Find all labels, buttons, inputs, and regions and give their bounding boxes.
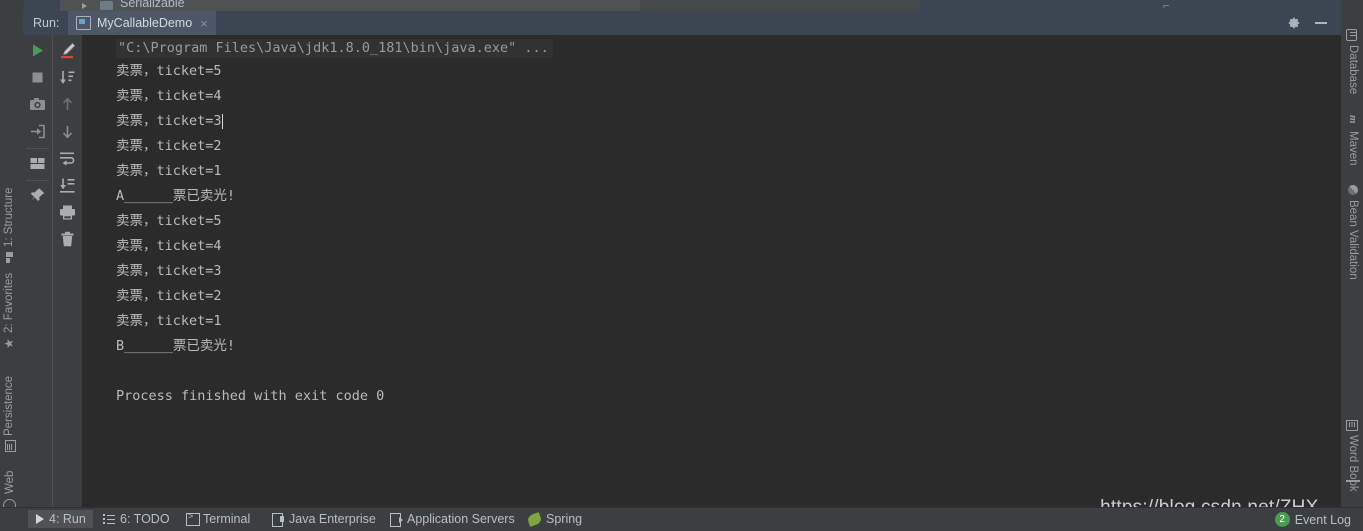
console-line: A______票已卖光! bbox=[116, 188, 236, 204]
scroll-to-bottom-button[interactable] bbox=[58, 68, 77, 87]
run-icon bbox=[36, 514, 44, 524]
terminal-icon bbox=[186, 511, 200, 526]
status-item-application-servers[interactable]: Application Servers bbox=[390, 512, 515, 527]
star-icon: ★ bbox=[1, 338, 16, 349]
sidebar-item-label: Persistence bbox=[3, 375, 15, 436]
maven-m-icon: m bbox=[1347, 115, 1360, 124]
remnant-left-edge bbox=[0, 0, 24, 11]
sidebar-item-label: Word Book bbox=[1347, 435, 1359, 492]
text-caret bbox=[221, 114, 224, 129]
application-servers-icon bbox=[390, 513, 403, 527]
sidebar-item-label: 2: Favorites bbox=[3, 272, 15, 333]
status-item-event-log[interactable]: 2 Event Log bbox=[1274, 512, 1351, 527]
dump-threads-button[interactable] bbox=[28, 122, 47, 141]
console-command-line: "C:\Program Files\Java\jdk1.8.0_181\bin\… bbox=[116, 39, 553, 58]
todo-icon bbox=[103, 513, 115, 525]
status-item-label: Spring bbox=[546, 512, 583, 526]
persistence-icon bbox=[4, 441, 15, 452]
idea-run-window: Serializable ⌐ 1: Structure ★ 2: Favorit… bbox=[0, 0, 1363, 531]
sidebar-item-web[interactable]: Web bbox=[3, 471, 16, 512]
previous-occurrence-button[interactable] bbox=[58, 95, 77, 114]
left-tool-strip: 1: Structure ★ 2: Favorites Persistence … bbox=[0, 11, 24, 512]
run-toolbar-primary bbox=[23, 35, 52, 508]
gear-icon[interactable] bbox=[1287, 16, 1301, 30]
remnant-tree-label: Serializable bbox=[120, 0, 185, 10]
sidebar-item-label: Database bbox=[1347, 45, 1359, 95]
soft-wrap-button[interactable] bbox=[58, 149, 77, 168]
layout-settings-button[interactable] bbox=[28, 154, 47, 173]
close-icon[interactable]: × bbox=[198, 17, 208, 30]
console-line: 卖票，ticket=2 bbox=[116, 288, 222, 304]
spring-leaf-icon bbox=[526, 511, 543, 527]
java-enterprise-icon bbox=[272, 513, 284, 527]
sidebar-item-structure[interactable]: 1: Structure bbox=[3, 188, 15, 263]
sidebar-item-label: 1: Structure bbox=[3, 187, 15, 247]
console-line: B______票已卖光! bbox=[116, 338, 236, 354]
status-item-label: 6: TODO bbox=[120, 512, 170, 526]
console-line: Process finished with exit code 0 bbox=[116, 388, 385, 404]
run-configuration-icon bbox=[76, 16, 91, 30]
sidebar-item-label: Maven bbox=[1347, 131, 1359, 166]
minimize-icon[interactable] bbox=[1315, 22, 1327, 24]
status-item-label: Application Servers bbox=[407, 512, 515, 526]
word-book-icon bbox=[1348, 419, 1359, 430]
status-item-todo[interactable]: 6: TODO bbox=[103, 512, 170, 526]
console-line: 卖票，ticket=3 bbox=[116, 263, 222, 279]
sidebar-item-database[interactable]: Database bbox=[1347, 29, 1359, 94]
status-item-label: Terminal bbox=[203, 512, 251, 526]
console-line: 卖票，ticket=1 bbox=[116, 313, 222, 329]
console-line: 卖票，ticket=4 bbox=[116, 88, 222, 104]
status-item-terminal[interactable]: Terminal bbox=[186, 511, 251, 526]
status-item-label: 4: Run bbox=[49, 512, 86, 526]
console-line: 卖票，ticket=3 bbox=[116, 113, 222, 129]
stop-button[interactable] bbox=[28, 68, 47, 87]
console-line: 卖票，ticket=2 bbox=[116, 138, 222, 154]
console-line: 卖票，ticket=5 bbox=[116, 63, 222, 79]
structure-icon bbox=[4, 252, 15, 263]
status-item-java-enterprise[interactable]: Java Enterprise bbox=[272, 512, 376, 527]
tab-label: MyCallableDemo bbox=[97, 16, 193, 30]
tab-mycallabledemo[interactable]: MyCallableDemo × bbox=[68, 11, 216, 35]
remnant-right-edge bbox=[1341, 0, 1363, 11]
rerun-button[interactable] bbox=[28, 41, 47, 60]
event-log-label: Event Log bbox=[1294, 512, 1351, 527]
toggle-console-highlight-button[interactable] bbox=[58, 41, 77, 60]
toolbar-separator bbox=[26, 148, 49, 149]
folder-icon bbox=[100, 1, 113, 10]
run-window-label: Run: bbox=[33, 16, 60, 30]
console-line: 卖票，ticket=5 bbox=[116, 213, 222, 229]
toolbar-separator bbox=[26, 180, 49, 181]
sidebar-item-persistence[interactable]: Persistence bbox=[3, 376, 15, 452]
right-tool-strip: Database m Maven Bean Validation Word Bo… bbox=[1340, 11, 1363, 508]
sidebar-item-bean-validation[interactable]: Bean Validation bbox=[1347, 185, 1359, 280]
status-item-label: Java Enterprise bbox=[289, 512, 376, 526]
clear-all-button[interactable] bbox=[58, 230, 77, 249]
print-button[interactable] bbox=[58, 203, 77, 222]
console-line: 卖票，ticket=4 bbox=[116, 238, 222, 254]
run-tab-bar: Run: MyCallableDemo × bbox=[23, 11, 1341, 35]
editor-remnant-strip: Serializable ⌐ bbox=[0, 0, 1363, 11]
sidebar-item-maven[interactable]: m Maven bbox=[1347, 115, 1360, 166]
strip-resize-handle[interactable] bbox=[1346, 480, 1360, 482]
status-item-run[interactable]: 4: Run bbox=[28, 510, 93, 528]
scroll-to-end-button[interactable] bbox=[58, 176, 77, 195]
event-log-badge: 2 bbox=[1274, 512, 1290, 527]
status-bar: 4: Run 6: TODO Terminal Java Enterprise … bbox=[0, 507, 1363, 531]
sidebar-item-label: Bean Validation bbox=[1347, 200, 1359, 280]
status-item-spring[interactable]: Spring bbox=[526, 511, 583, 527]
sidebar-item-favorites[interactable]: ★ 2: Favorites bbox=[1, 272, 16, 349]
run-toolbar-secondary bbox=[52, 35, 82, 508]
run-tool-window: Run: MyCallableDemo × "C:\Program Files\… bbox=[23, 11, 1341, 508]
console-line: 卖票，ticket=1 bbox=[116, 163, 222, 179]
screenshot-button[interactable] bbox=[28, 95, 47, 114]
sidebar-item-label: Web bbox=[3, 470, 16, 494]
bean-validation-icon bbox=[1348, 185, 1358, 195]
tree-expander-icon[interactable] bbox=[82, 3, 87, 9]
remnant-tree-row-secondary bbox=[640, 0, 920, 11]
next-occurrence-button[interactable] bbox=[58, 122, 77, 141]
database-icon bbox=[1348, 29, 1359, 40]
console-output[interactable]: "C:\Program Files\Java\jdk1.8.0_181\bin\… bbox=[82, 35, 1341, 508]
editor-caret-marker: ⌐ bbox=[1163, 0, 1170, 11]
pin-tab-button[interactable] bbox=[28, 186, 47, 205]
